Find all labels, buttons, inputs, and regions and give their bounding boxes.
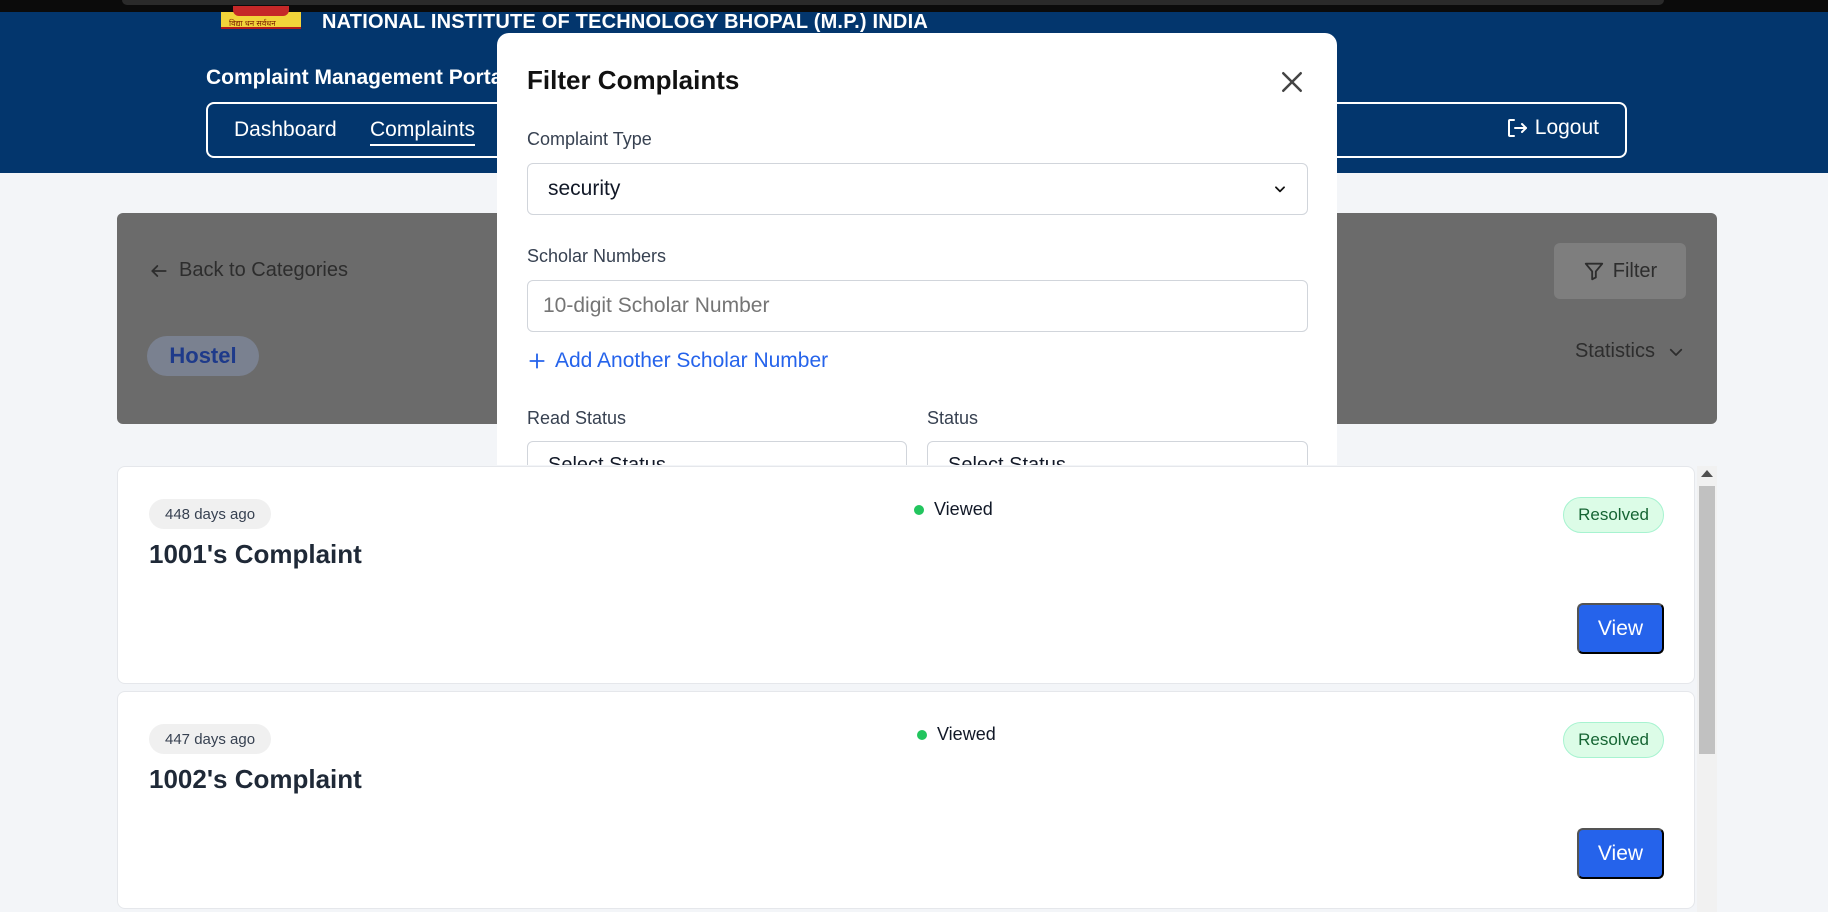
read-status-indicator: Viewed	[917, 724, 996, 745]
logo-motto: विद्या धन सर्वधन	[229, 19, 276, 28]
view-complaint-button[interactable]: View	[1577, 603, 1664, 654]
nav-dashboard-link[interactable]: Dashboard	[234, 118, 337, 142]
scholar-numbers-label: Scholar Numbers	[527, 246, 667, 266]
nav-complaints-link[interactable]: Complaints	[370, 118, 476, 146]
logout-icon	[1507, 119, 1527, 137]
statistics-label: Statistics	[1574, 340, 1655, 362]
chevron-down-icon	[1669, 348, 1683, 356]
arrow-left-icon	[151, 264, 167, 277]
filter-button[interactable]: Filter	[1554, 243, 1686, 299]
add-scholar-label: Add Another Scholar Number	[555, 349, 829, 372]
statistics-toggle[interactable]: Statistics	[1575, 340, 1685, 363]
back-to-categories-link[interactable]: Back to Categories	[149, 259, 348, 282]
add-scholar-number-button[interactable]: Add Another Scholar Number	[527, 349, 828, 373]
institute-logo: विद्या धन सर्वधन	[221, 6, 301, 29]
modal-title: Filter Complaints	[527, 65, 740, 95]
viewed-dot-icon	[917, 729, 927, 740]
scrollbar-thumb[interactable]	[1699, 486, 1715, 754]
scroll-up-arrow-icon[interactable]	[1701, 470, 1713, 477]
list-scrollbar[interactable]	[1697, 466, 1717, 912]
browser-top-strip-inner	[122, 0, 1664, 5]
view-complaint-button[interactable]: View	[1577, 828, 1664, 879]
logo-emblem	[233, 6, 289, 16]
close-icon	[1282, 72, 1302, 92]
close-modal-button[interactable]	[1277, 67, 1307, 97]
complaint-card: 448 days ago 1001's Complaint Viewed Res…	[117, 466, 1695, 684]
scholar-number-input[interactable]	[527, 280, 1308, 332]
complaint-age-badge: 447 days ago	[149, 724, 272, 754]
category-badge: Hostel	[147, 336, 259, 376]
read-status-label: Viewed	[937, 724, 996, 744]
complaint-title: 1002's Complaint	[149, 764, 362, 794]
portal-title: Complaint Management Portal	[206, 66, 509, 89]
read-status-select[interactable]: Select Status	[527, 441, 907, 465]
complaint-title: 1001's Complaint	[149, 539, 362, 569]
read-status-indicator: Viewed	[914, 499, 993, 520]
read-status-label: Viewed	[934, 499, 993, 519]
complaint-age-badge: 448 days ago	[149, 499, 272, 529]
institute-name: NATIONAL INSTITUTE OF TECHNOLOGY BHOPAL …	[322, 11, 928, 33]
filter-funnel-icon	[1584, 262, 1603, 281]
complaint-type-select[interactable]: security	[527, 163, 1308, 215]
plus-icon	[529, 353, 545, 369]
read-status-filter-label: Read Status	[527, 408, 627, 428]
logout-label: Logout	[1534, 116, 1599, 139]
complaint-type-label: Complaint Type	[527, 129, 652, 149]
filter-modal: Filter Complaints Complaint Type securit…	[497, 33, 1337, 465]
chevron-down-icon	[1275, 186, 1285, 193]
status-badge: Resolved	[1563, 497, 1664, 533]
status-select[interactable]: Select Status	[927, 441, 1308, 465]
logout-button[interactable]: Logout	[1505, 116, 1599, 140]
status-filter-label: Status	[927, 408, 979, 428]
back-label: Back to Categories	[179, 259, 348, 281]
viewed-dot-icon	[914, 504, 924, 515]
complaint-card: 447 days ago 1002's Complaint Viewed Res…	[117, 691, 1695, 909]
filter-label: Filter	[1612, 259, 1658, 282]
complaint-type-value: security	[548, 177, 621, 200]
status-badge: Resolved	[1563, 722, 1664, 758]
